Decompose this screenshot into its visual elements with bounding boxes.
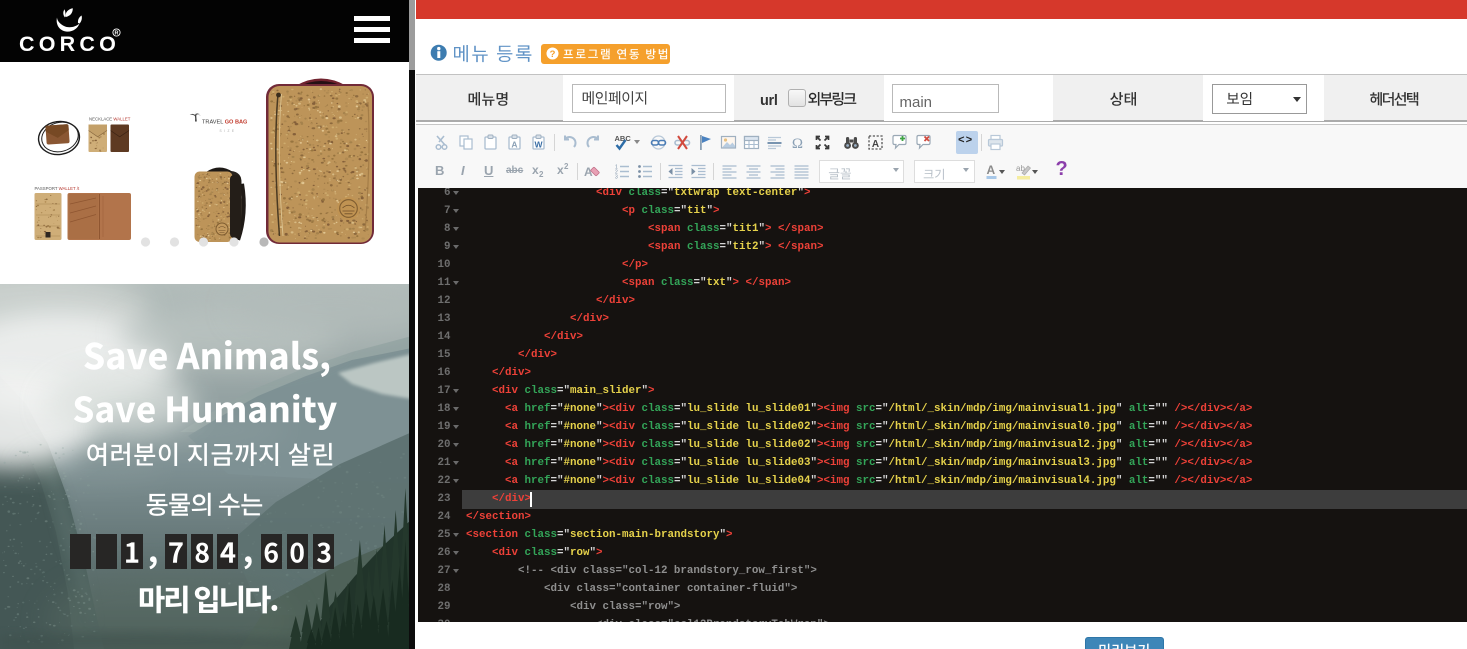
svg-text:R: R xyxy=(115,31,119,37)
svg-text:3: 3 xyxy=(615,175,618,181)
svg-text:?: ? xyxy=(550,49,556,60)
svg-text:W: W xyxy=(534,140,543,150)
svg-text:Ω: Ω xyxy=(792,136,803,151)
svg-text:A: A xyxy=(511,140,517,150)
svg-text:S I Z E: S I Z E xyxy=(220,129,235,133)
svg-text:A: A xyxy=(987,163,996,177)
svg-text:NECKLACE WALLET: NECKLACE WALLET xyxy=(89,117,131,122)
svg-text:PASSPORT WALLET /t: PASSPORT WALLET /t xyxy=(35,186,80,191)
svg-text:A: A xyxy=(872,139,879,150)
svg-text:TRAVEL GO BAG: TRAVEL GO BAG xyxy=(202,120,247,126)
